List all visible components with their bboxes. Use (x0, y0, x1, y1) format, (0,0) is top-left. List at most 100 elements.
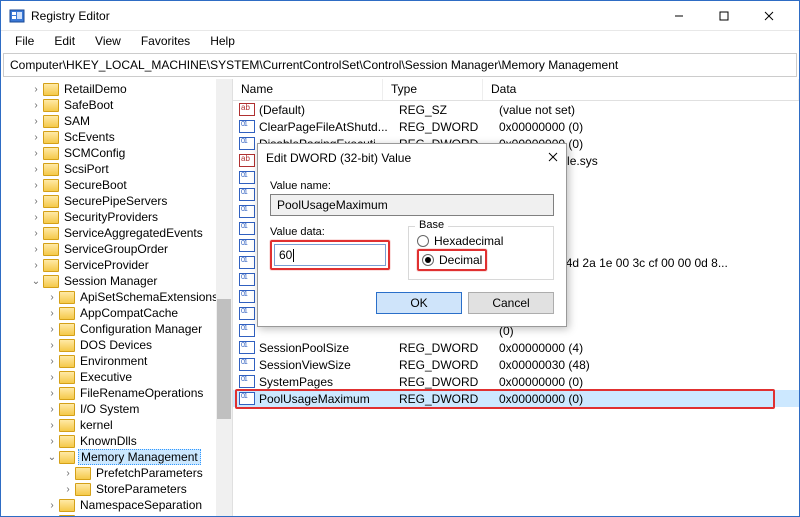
tree-item[interactable]: ›Environment (1, 353, 232, 369)
tree-item[interactable]: ›kernel (1, 417, 232, 433)
tree-label: I/O System (78, 402, 141, 416)
chevron-right-icon[interactable]: › (45, 436, 59, 447)
chevron-right-icon[interactable]: › (29, 116, 43, 127)
chevron-right-icon[interactable]: › (45, 500, 59, 511)
chevron-right-icon[interactable]: › (61, 468, 75, 479)
chevron-down-icon[interactable]: ⌄ (29, 276, 43, 287)
tree-item[interactable]: ›Executive (1, 369, 232, 385)
radio-decimal[interactable]: Decimal (422, 253, 482, 267)
tree-item[interactable]: ›RetailDemo (1, 81, 232, 97)
tree-item[interactable]: ›SecureBoot (1, 177, 232, 193)
radio-hexadecimal[interactable]: Hexadecimal (417, 234, 545, 248)
list-row[interactable]: ClearPageFileAtShutd...REG_DWORD0x000000… (233, 118, 799, 135)
chevron-right-icon[interactable]: › (29, 212, 43, 223)
folder-icon (59, 387, 75, 400)
base-legend: Base (415, 219, 448, 231)
tree-item[interactable]: ›SecurePipeServers (1, 193, 232, 209)
chevron-down-icon[interactable]: ⌄ (45, 452, 59, 463)
menubar: File Edit View Favorites Help (1, 31, 799, 51)
menu-edit[interactable]: Edit (46, 32, 83, 50)
value-name-field: PoolUsageMaximum (270, 194, 554, 216)
tree-item[interactable]: ›DOS Devices (1, 337, 232, 353)
col-type[interactable]: Type (383, 79, 483, 100)
tree-item[interactable]: ›StoreParameters (1, 481, 232, 497)
chevron-right-icon[interactable]: › (29, 164, 43, 175)
chevron-right-icon[interactable]: › (45, 388, 59, 399)
value-data: (value not set) (499, 103, 799, 117)
tree-item[interactable]: ›NamespaceSeparation (1, 497, 232, 513)
tree-label: PrefetchParameters (94, 466, 205, 480)
chevron-right-icon[interactable]: › (29, 180, 43, 191)
minimize-button[interactable] (656, 2, 701, 30)
tree-scrollbar[interactable] (216, 79, 232, 516)
folder-icon (75, 467, 91, 480)
chevron-right-icon[interactable]: › (45, 420, 59, 431)
menu-help[interactable]: Help (202, 32, 243, 50)
tree-item[interactable]: ›ServiceProvider (1, 257, 232, 273)
value-type: REG_DWORD (399, 120, 499, 134)
chevron-right-icon[interactable]: › (45, 372, 59, 383)
tree-item[interactable]: ›ServiceGroupOrder (1, 241, 232, 257)
tree-item[interactable]: › PrefetchParameters (1, 465, 232, 481)
folder-icon (43, 195, 59, 208)
ok-button[interactable]: OK (376, 292, 462, 314)
tree-item[interactable]: ⌄Memory Management (1, 449, 232, 465)
chevron-right-icon[interactable]: › (29, 132, 43, 143)
tree-item[interactable]: ›KnownDlls (1, 433, 232, 449)
chevron-right-icon[interactable]: › (45, 516, 59, 517)
value-name: SystemPages (259, 375, 399, 389)
maximize-button[interactable] (701, 2, 746, 30)
tree-item[interactable]: ›Power (1, 513, 232, 516)
list-row[interactable]: SystemPagesREG_DWORD0x00000000 (0) (233, 373, 799, 390)
chevron-right-icon[interactable]: › (29, 84, 43, 95)
tree-item[interactable]: ›SAM (1, 113, 232, 129)
chevron-right-icon[interactable]: › (45, 340, 59, 351)
chevron-right-icon[interactable]: › (45, 308, 59, 319)
menu-view[interactable]: View (87, 32, 129, 50)
tree-item[interactable]: ›ServiceAggregatedEvents (1, 225, 232, 241)
tree-item[interactable]: ›SecurityProviders (1, 209, 232, 225)
list-row[interactable]: SessionViewSizeREG_DWORD0x00000030 (48) (233, 356, 799, 373)
chevron-right-icon[interactable]: › (29, 100, 43, 111)
chevron-right-icon[interactable]: › (29, 196, 43, 207)
menu-file[interactable]: File (7, 32, 42, 50)
col-data[interactable]: Data (483, 79, 799, 100)
chevron-right-icon[interactable]: › (61, 484, 75, 495)
cancel-button[interactable]: Cancel (468, 292, 554, 314)
chevron-right-icon[interactable]: › (29, 244, 43, 255)
radio-icon (417, 235, 429, 247)
chevron-right-icon[interactable]: › (45, 356, 59, 367)
dialog-close-icon[interactable] (548, 151, 558, 165)
dialog-titlebar: Edit DWORD (32-bit) Value (258, 144, 566, 172)
chevron-right-icon[interactable]: › (29, 260, 43, 271)
tree-item[interactable]: › FileRenameOperations (1, 385, 232, 401)
dword-value-icon (239, 137, 255, 150)
folder-icon (43, 147, 59, 160)
tree-item[interactable]: ›Configuration Manager (1, 321, 232, 337)
value-data-input[interactable]: 60 (274, 244, 386, 266)
list-row[interactable]: SessionPoolSizeREG_DWORD0x00000000 (4) (233, 339, 799, 356)
tree-item[interactable]: ›ApiSetSchemaExtensions (1, 289, 232, 305)
menu-favorites[interactable]: Favorites (133, 32, 198, 50)
tree-item[interactable]: ›SafeBoot (1, 97, 232, 113)
chevron-right-icon[interactable]: › (45, 404, 59, 415)
list-row[interactable]: (Default)REG_SZ(value not set) (233, 101, 799, 118)
close-button[interactable] (746, 2, 791, 30)
address-bar[interactable]: Computer\HKEY_LOCAL_MACHINE\SYSTEM\Curre… (3, 53, 797, 77)
chevron-right-icon[interactable]: › (45, 324, 59, 335)
tree-item[interactable]: ⌄Session Manager (1, 273, 232, 289)
folder-icon (43, 259, 59, 272)
chevron-right-icon[interactable]: › (45, 292, 59, 303)
tree-item[interactable]: › I/O System (1, 401, 232, 417)
list-header: Name Type Data (233, 79, 799, 101)
scroll-thumb[interactable] (217, 299, 231, 419)
tree-pane[interactable]: ›RetailDemo›SafeBoot›SAM›ScEvents›SCMCon… (1, 79, 233, 516)
tree-item[interactable]: ›ScsiPort (1, 161, 232, 177)
tree-item[interactable]: ›ScEvents (1, 129, 232, 145)
col-name[interactable]: Name (233, 79, 383, 100)
chevron-right-icon[interactable]: › (29, 228, 43, 239)
tree-item[interactable]: ›AppCompatCache (1, 305, 232, 321)
tree-item[interactable]: ›SCMConfig (1, 145, 232, 161)
tree-label: FileRenameOperations (78, 386, 205, 400)
chevron-right-icon[interactable]: › (29, 148, 43, 159)
